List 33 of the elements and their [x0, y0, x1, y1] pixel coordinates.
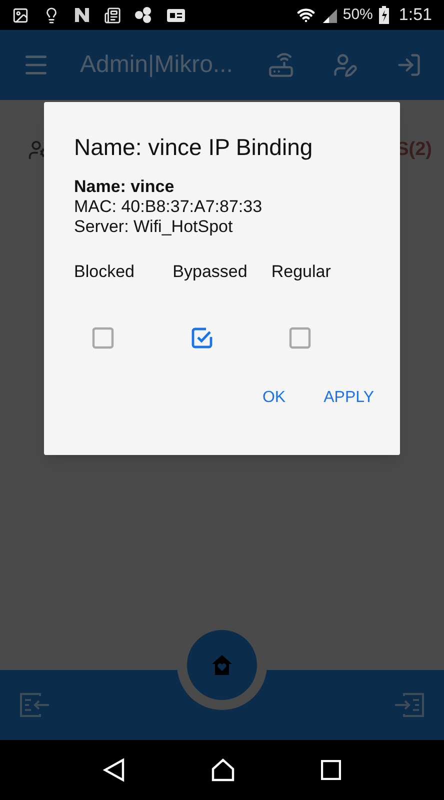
option-label: Regular [271, 261, 332, 283]
info-line: Name: vince [74, 177, 176, 197]
login-icon[interactable] [396, 52, 422, 78]
app-title: Admin|Mikro... [80, 50, 234, 80]
checkbox[interactable] [91, 326, 115, 350]
dialog-button[interactable]: OK [250, 380, 298, 416]
option-label: Blocked [74, 261, 136, 283]
wifi-icon [296, 6, 315, 24]
checkbox[interactable] [288, 326, 312, 350]
n-logo-icon [74, 7, 90, 23]
battery-icon [378, 6, 389, 24]
info-line: Server: Wifi_HotSpot [74, 217, 234, 237]
newspaper-icon [104, 6, 121, 24]
user-edit-icon[interactable] [332, 52, 358, 78]
info-line: MAC: 40:B8:37:A7:87:33 [74, 197, 264, 217]
dialog-button[interactable]: APPLY [312, 380, 386, 416]
dialog-title: Name: vince IP Binding [74, 133, 314, 162]
signal-icon [320, 7, 337, 23]
home-icon[interactable] [211, 758, 235, 782]
picture-icon [12, 6, 29, 24]
clock: 1:51 [398, 4, 432, 26]
router-icon[interactable] [268, 52, 294, 78]
card-icon [167, 8, 185, 22]
recents-icon[interactable] [321, 760, 341, 780]
list-import-icon[interactable] [20, 693, 50, 717]
heart-house-icon [211, 654, 233, 676]
option-label: Bypassed [172, 261, 248, 283]
fab-button[interactable] [187, 630, 257, 700]
list-export-icon[interactable] [394, 693, 424, 717]
battery-level: 50% [342, 4, 373, 25]
back-icon[interactable] [103, 758, 125, 782]
hexagons-icon [135, 7, 153, 23]
checkbox[interactable] [190, 326, 214, 350]
